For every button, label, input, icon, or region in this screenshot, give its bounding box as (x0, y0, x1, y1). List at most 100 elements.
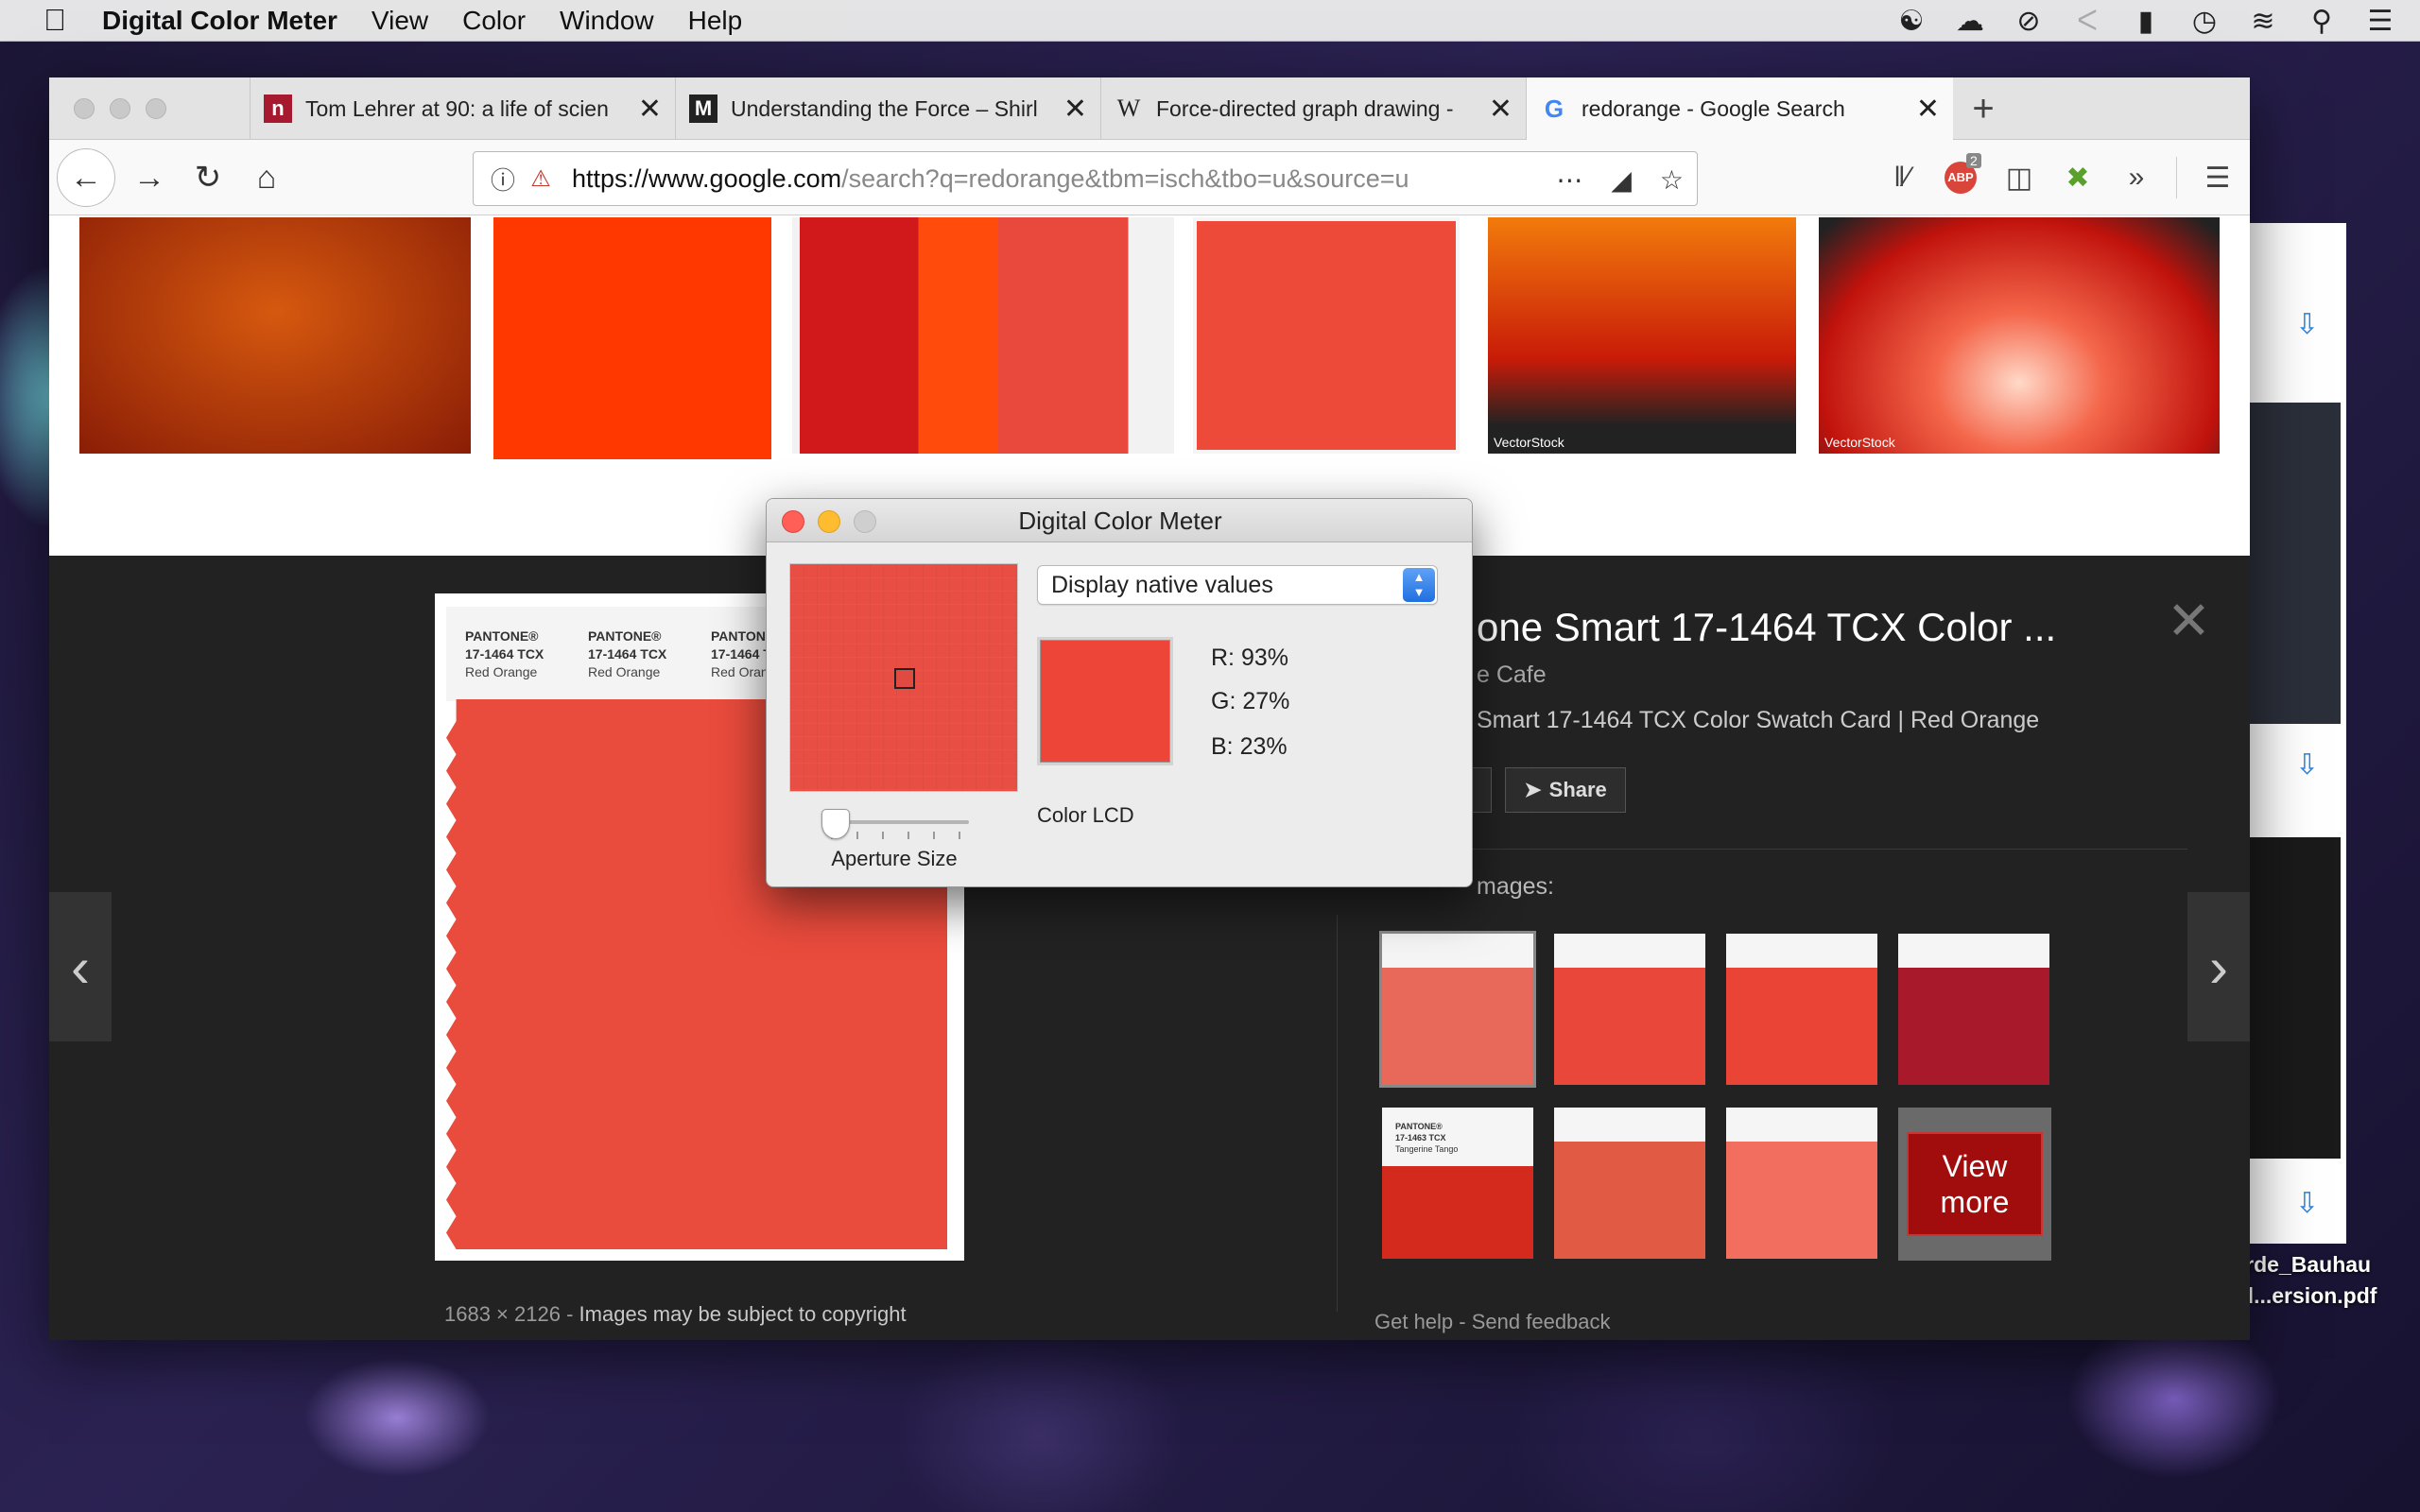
related-image[interactable] (1726, 1108, 1877, 1259)
library-icon[interactable]: ‖⁄ (1876, 151, 1928, 204)
related-image[interactable]: PANTONE® 17-1463 TCX Tangerine Tango (1382, 1108, 1533, 1259)
window-zoom-button[interactable] (146, 98, 166, 119)
close-tab-icon[interactable]: ✕ (1063, 93, 1087, 126)
creative-cloud-icon[interactable]: ☯ (1894, 5, 1928, 38)
desktop-file-label[interactable]: jerde_Bauhau nd...ersion.pdf (2227, 1249, 2416, 1312)
pantone-brand: PANTONE® (588, 628, 662, 644)
result-thumbnail[interactable] (79, 217, 471, 454)
tab-tom-lehrer[interactable]: n Tom Lehrer at 90: a life of scien ✕ (250, 77, 675, 140)
share-button[interactable]: ➤ Share (1505, 767, 1626, 813)
pantone-code: 17-1464 TCX (465, 646, 544, 662)
overflow-menu-icon[interactable]: » (2110, 151, 2163, 204)
tab-title: redorange - Google Search (1582, 96, 1845, 121)
window-close-button[interactable] (74, 98, 95, 119)
aperture-size-slider[interactable] (821, 809, 969, 847)
copyright-link[interactable]: Images may be subject to copyright (579, 1302, 907, 1326)
battery-icon[interactable]: ▮ (2129, 5, 2163, 38)
related-image[interactable] (1554, 1108, 1705, 1259)
tab-understanding-force[interactable]: M Understanding the Force – Shirl ✕ (675, 77, 1100, 140)
sidebar-icon[interactable]: ◫ (1993, 151, 2046, 204)
preview-title[interactable]: one Smart 17-1464 TCX Color ... (1477, 605, 2056, 650)
wikipedia-icon: W (1116, 94, 1141, 122)
slider-tick (959, 832, 960, 839)
get-help-link[interactable]: Get help (1374, 1310, 1453, 1333)
download-icon[interactable]: ⇩ (2295, 1187, 2319, 1220)
view-more-button[interactable]: View more (1898, 1108, 2051, 1261)
close-tab-icon[interactable]: ✕ (1489, 93, 1512, 126)
reload-button[interactable]: ↻ (182, 151, 234, 204)
background-window (2240, 223, 2346, 1244)
hamburger-menu-icon[interactable]: ☰ (2191, 151, 2244, 204)
back-button[interactable]: ← (57, 148, 115, 207)
notification-center-icon[interactable]: ☰ (2363, 5, 2397, 38)
menu-help[interactable]: Help (688, 6, 743, 36)
dcm-minimize-button[interactable] (818, 510, 840, 533)
do-not-disturb-icon[interactable]: ⊘ (2012, 5, 2046, 38)
related-image[interactable] (1898, 934, 2049, 1085)
close-preview-icon[interactable]: ✕ (2167, 590, 2211, 652)
magnifier-view (789, 563, 1018, 792)
bluetooth-icon[interactable]: ᐸ (2070, 5, 2104, 38)
extension-icon[interactable]: ✖ (2051, 151, 2104, 204)
related-card-header (1898, 934, 2049, 968)
share-label: Share (1548, 778, 1607, 801)
bookmark-star-icon[interactable]: ☆ (1660, 164, 1684, 196)
pantone-label: PANTONE® 17-1464 TCX Red Orange (465, 627, 544, 681)
pantone-name: Tangerine Tango (1395, 1144, 1459, 1154)
download-icon[interactable]: ⇩ (2295, 308, 2319, 341)
related-card-header (1554, 1108, 1705, 1142)
dcm-close-button[interactable] (782, 510, 804, 533)
adblock-icon[interactable]: ABP 2 (1934, 151, 1987, 204)
spotlight-search-icon[interactable]: ⚲ (2305, 5, 2339, 38)
result-thumbnail[interactable] (493, 217, 771, 459)
home-button[interactable]: ⌂ (240, 151, 293, 204)
menu-view[interactable]: View (372, 6, 428, 36)
forward-button[interactable]: → (123, 151, 176, 204)
send-feedback-link[interactable]: Send feedback (1472, 1310, 1611, 1333)
menu-window[interactable]: Window (560, 6, 654, 36)
url-text[interactable]: https://www.google.com/search?q=redorang… (572, 164, 1489, 194)
preview-source[interactable]: e Cafe (1477, 662, 1547, 689)
previous-image-button[interactable]: ‹ (49, 892, 112, 1041)
related-image[interactable] (1726, 934, 1877, 1085)
site-info-icon[interactable]: ⓘ (487, 162, 519, 197)
result-thumbnail-selected[interactable] (1193, 217, 1460, 454)
next-image-button[interactable]: › (2187, 892, 2250, 1041)
app-menu[interactable]: Digital Color Meter (102, 6, 337, 36)
related-image[interactable] (1554, 934, 1705, 1085)
select-stepper-icon: ▲ ▼ (1403, 568, 1435, 602)
display-mode-select[interactable]: Display native values ▲ ▼ (1037, 565, 1438, 605)
url-bar[interactable]: ⓘ ⚠ https://www.google.com/search?q=redo… (473, 151, 1698, 206)
new-tab-button[interactable]: + (1953, 77, 2014, 140)
insecure-lock-icon[interactable]: ⚠ (525, 165, 557, 193)
page-actions-icon[interactable]: ⋯ (1556, 164, 1582, 196)
aperture-target (894, 668, 915, 689)
close-tab-icon[interactable]: ✕ (1916, 93, 1940, 126)
slider-knob[interactable] (821, 809, 850, 839)
result-thumbnail[interactable]: VectorStock (1488, 217, 1796, 454)
related-image[interactable] (1379, 931, 1536, 1088)
close-tab-icon[interactable]: ✕ (638, 93, 662, 126)
tab-force-directed-graph[interactable]: W Force-directed graph drawing - ✕ (1100, 77, 1526, 140)
result-thumbnail[interactable]: VectorStock (1819, 217, 2220, 454)
url-path: /search?q=redorange&tbm=isch&tbo=u&sourc… (841, 163, 1409, 193)
cloud-upload-icon[interactable]: ☁ (1953, 5, 1987, 38)
download-icon[interactable]: ⇩ (2295, 748, 2319, 782)
blue-value: B: 23% (1211, 733, 1288, 760)
view-more-label: View more (1907, 1132, 2043, 1236)
related-card-swatch (1726, 968, 1877, 1085)
menu-color[interactable]: Color (462, 6, 526, 36)
time-machine-icon[interactable]: ◷ (2187, 5, 2221, 38)
slider-tick (856, 832, 858, 839)
slider-tick (882, 832, 884, 839)
navigation-toolbar: ← → ↻ ⌂ ⓘ ⚠ https://www.google.com/searc… (49, 140, 2250, 215)
pocket-icon[interactable]: ◢ (1611, 164, 1632, 196)
panel-divider (1337, 915, 1338, 1312)
side-divider (1431, 849, 2187, 850)
tab-google-search[interactable]: G redorange - Google Search ✕ (1526, 77, 1953, 141)
result-thumbnail[interactable] (792, 217, 1174, 454)
apple-menu-icon[interactable]:  (36, 3, 74, 38)
window-minimize-button[interactable] (110, 98, 130, 119)
wifi-icon[interactable]: ≋ (2246, 5, 2280, 38)
aperture-size-label: Aperture Size (831, 847, 958, 870)
